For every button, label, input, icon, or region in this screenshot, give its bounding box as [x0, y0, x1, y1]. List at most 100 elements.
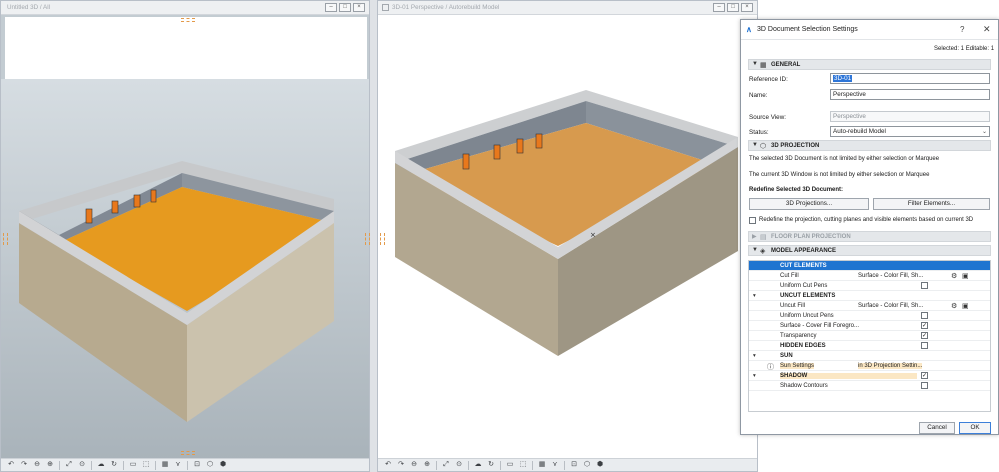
resize-handle-left[interactable]: [380, 233, 385, 245]
surface-cover-fill-checkbox[interactable]: ✓: [921, 322, 928, 329]
section-title: FLOOR PLAN PROJECTION: [771, 234, 851, 240]
transparency-checkbox[interactable]: ✓: [921, 332, 928, 339]
ok-button[interactable]: OK: [959, 422, 991, 434]
surface-icon[interactable]: ▣: [962, 272, 969, 280]
fill-settings-icon[interactable]: ⚙: [951, 272, 957, 280]
cutaway-icon[interactable]: ⬚: [517, 460, 529, 470]
tree-row-hidden-edges[interactable]: HIDDEN EDGES: [749, 341, 990, 351]
minimize-button[interactable]: –: [325, 3, 337, 12]
model-appearance-section-header[interactable]: ▼ ◈ MODEL APPEARANCE: [748, 245, 991, 256]
tree-row-shadow-contours[interactable]: Shadow Contours: [749, 381, 990, 391]
3d-document-selection-settings-dialog[interactable]: ∧ 3D Document Selection Settings ? ✕ Sel…: [740, 19, 999, 435]
window-titlebar[interactable]: 3D-01 Perspective / Autorebuild Model – …: [378, 1, 757, 15]
redo-view-icon[interactable]: ↷: [18, 460, 30, 470]
dialog-close-button[interactable]: ✕: [983, 24, 991, 35]
hidden-edges-checkbox[interactable]: [921, 342, 928, 349]
model-style-icon[interactable]: ⬡: [581, 460, 593, 470]
expand-arrow-icon[interactable]: ▾: [753, 293, 756, 299]
expand-arrow-icon[interactable]: ▾: [753, 353, 756, 359]
section-icon[interactable]: ⊡: [568, 460, 580, 470]
maximize-button[interactable]: □: [339, 3, 351, 12]
shadow-contours-checkbox[interactable]: [921, 382, 928, 389]
floor-plan-projection-section-header[interactable]: ▶ ▤ FLOOR PLAN PROJECTION: [748, 231, 991, 242]
dialog-titlebar[interactable]: ∧ 3D Document Selection Settings ? ✕: [741, 20, 998, 40]
tree-row-uniform-uncut-pens[interactable]: Uniform Uncut Pens: [749, 311, 990, 321]
reference-id-input[interactable]: 3D-01: [830, 73, 990, 84]
tree-row-shadow[interactable]: ▾ SHADOW ✓: [749, 371, 990, 381]
view-frame-icon[interactable]: ▭: [504, 460, 516, 470]
name-input[interactable]: Perspective: [830, 89, 990, 100]
rebuild-icon[interactable]: ↻: [485, 460, 497, 470]
help-button[interactable]: ?: [960, 25, 964, 34]
grid-icon[interactable]: ▦: [536, 460, 548, 470]
undo-view-icon[interactable]: ↶: [382, 460, 394, 470]
uniform-uncut-pens-checkbox[interactable]: [921, 312, 928, 319]
tree-row-sun[interactable]: ▾ SUN: [749, 351, 990, 361]
surface-icon[interactable]: ⬢: [594, 460, 606, 470]
model-style-icon[interactable]: ⬡: [204, 460, 216, 470]
collapse-triangle-icon: ▼: [752, 247, 758, 253]
tree-row-transparency[interactable]: Transparency ✓: [749, 331, 990, 341]
expand-arrow-icon[interactable]: ▾: [753, 373, 756, 379]
rebuild-icon[interactable]: ↻: [108, 460, 120, 470]
3d-window-untitled[interactable]: Untitled 3D / All – □ × ↶ ↷ ⊖ ⊕ ⤢ ⊙ ☁ ↻ …: [0, 0, 370, 472]
section-icon[interactable]: ⊡: [191, 460, 203, 470]
grid-icon[interactable]: ▦: [159, 460, 171, 470]
zoom-out-icon[interactable]: ⊖: [31, 460, 43, 470]
3d-viewport[interactable]: [1, 15, 369, 458]
name-label: Name:: [749, 92, 768, 99]
cloud-icon[interactable]: ☁: [472, 460, 484, 470]
model-appearance-tree[interactable]: CUT ELEMENTS Cut Fill Surface - Color Fi…: [748, 260, 991, 412]
surface-icon[interactable]: ▣: [962, 302, 969, 310]
fit-window-icon[interactable]: ⤢: [63, 460, 75, 470]
3d-model-view: ×: [378, 15, 757, 458]
resize-handle-top[interactable]: [181, 18, 195, 22]
orbit-icon[interactable]: ⊙: [453, 460, 465, 470]
3d-window-perspective[interactable]: 3D-01 Perspective / Autorebuild Model – …: [377, 0, 758, 472]
close-button[interactable]: ×: [741, 3, 753, 12]
svg-text:×: ×: [590, 231, 596, 239]
filter-icon[interactable]: ⋎: [172, 460, 184, 470]
undo-view-icon[interactable]: ↶: [5, 460, 17, 470]
zoom-out-icon[interactable]: ⊖: [408, 460, 420, 470]
view-frame-icon[interactable]: ▭: [127, 460, 139, 470]
resize-handle-left[interactable]: [3, 233, 8, 245]
fill-settings-icon[interactable]: ⚙: [951, 302, 957, 310]
resize-handle-bottom[interactable]: [181, 451, 195, 455]
window-splitter[interactable]: [370, 0, 377, 472]
uniform-cut-pens-checkbox[interactable]: [921, 282, 928, 289]
close-button[interactable]: ×: [353, 3, 365, 12]
3d-projection-section-header[interactable]: ▼ ⬡ 3D PROJECTION: [748, 140, 991, 151]
tree-row-uncut-elements[interactable]: ▾ UNCUT ELEMENTS: [749, 291, 990, 301]
3d-viewport[interactable]: ×: [378, 15, 757, 458]
zoom-in-icon[interactable]: ⊕: [44, 460, 56, 470]
tree-row-sun-settings[interactable]: ⓘ Sun Settings in 3D Projection Settin..…: [749, 361, 990, 371]
3d-projections-button[interactable]: 3D Projections...: [749, 198, 869, 210]
shadow-checkbox[interactable]: ✓: [921, 372, 928, 379]
tree-row-uniform-cut-pens[interactable]: Uniform Cut Pens: [749, 281, 990, 291]
tree-row-surface-cover-fill[interactable]: Surface - Cover Fill Foregro... ✓: [749, 321, 990, 331]
cutaway-icon[interactable]: ⬚: [140, 460, 152, 470]
redefine-checkbox[interactable]: [749, 217, 756, 224]
window-title: 3D-01 Perspective / Autorebuild Model: [392, 4, 500, 11]
filter-icon[interactable]: ⋎: [549, 460, 561, 470]
window-titlebar[interactable]: Untitled 3D / All – □ ×: [1, 1, 369, 15]
reference-id-label: Reference ID:: [749, 76, 788, 83]
tree-row-cut-elements[interactable]: CUT ELEMENTS: [749, 261, 990, 271]
general-section-header[interactable]: ▼ ▦ GENERAL: [748, 59, 991, 70]
collapse-triangle-icon: ▼: [752, 61, 758, 67]
status-dropdown[interactable]: Auto-rebuild Model ⌄: [830, 126, 990, 137]
redo-view-icon[interactable]: ↷: [395, 460, 407, 470]
tree-row-uncut-fill[interactable]: Uncut Fill Surface - Color Fill, Sh... ⚙…: [749, 301, 990, 311]
collapse-triangle-icon: ▼: [752, 142, 758, 148]
surface-icon[interactable]: ⬢: [217, 460, 229, 470]
maximize-button[interactable]: □: [727, 3, 739, 12]
cloud-icon[interactable]: ☁: [95, 460, 107, 470]
zoom-in-icon[interactable]: ⊕: [421, 460, 433, 470]
fit-window-icon[interactable]: ⤢: [440, 460, 452, 470]
filter-elements-button[interactable]: Filter Elements...: [873, 198, 990, 210]
tree-row-cut-fill[interactable]: Cut Fill Surface - Color Fill, Sh... ⚙ ▣: [749, 271, 990, 281]
cancel-button[interactable]: Cancel: [919, 422, 955, 434]
minimize-button[interactable]: –: [713, 3, 725, 12]
orbit-icon[interactable]: ⊙: [76, 460, 88, 470]
